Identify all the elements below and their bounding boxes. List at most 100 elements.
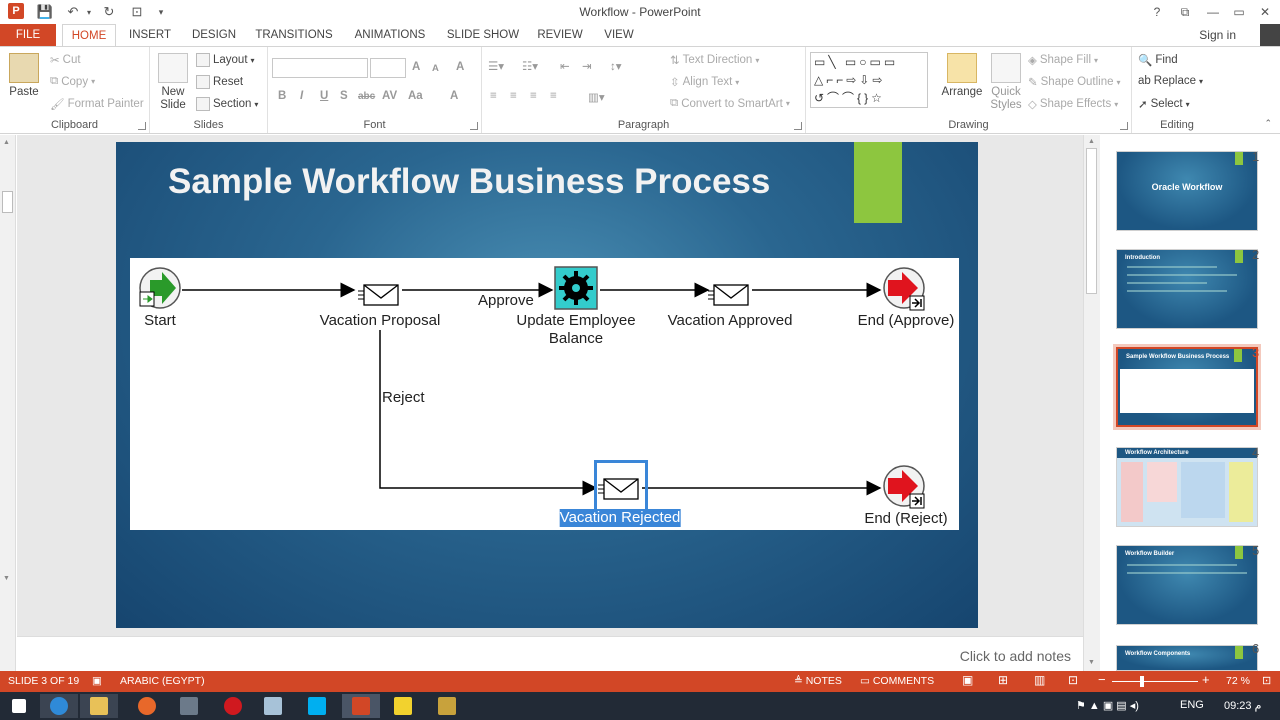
end-reject-node-icon[interactable]	[882, 464, 928, 510]
slide-title[interactable]: Sample Workflow Business Process	[168, 162, 770, 202]
align-text-button[interactable]: ⇳ Align Text ▾	[670, 75, 739, 89]
clear-formatting-button[interactable]: A	[456, 61, 464, 73]
spellcheck-icon[interactable]: ▣	[92, 675, 102, 687]
text-shadow-button[interactable]: S	[340, 90, 348, 102]
taskbar-powerpoint[interactable]	[342, 694, 380, 718]
sign-in-link[interactable]: Sign in	[1199, 28, 1236, 42]
start-node-icon[interactable]	[138, 266, 182, 310]
scroll-thumb[interactable]	[1086, 148, 1097, 294]
taskbar-firefox[interactable]	[128, 694, 166, 718]
normal-view-icon[interactable]: ▣	[962, 673, 973, 687]
change-case-button[interactable]: Aa	[408, 90, 423, 102]
update-employee-function-icon[interactable]	[554, 266, 598, 310]
copy-button[interactable]: ⧉ Copy ▾	[50, 75, 95, 88]
slide-thumbnail-4[interactable]: Workflow Architecture	[1116, 447, 1258, 527]
italic-button[interactable]: I	[300, 90, 303, 102]
taskbar-ie[interactable]	[40, 694, 78, 718]
numbering-icon[interactable]: ☷▾	[522, 59, 538, 73]
section-button[interactable]: Section ▾	[196, 97, 258, 111]
user-avatar[interactable]	[1260, 24, 1280, 46]
notes-placeholder[interactable]: Click to add notes	[960, 648, 1071, 664]
quick-styles-button[interactable]: Quick Styles	[986, 53, 1026, 112]
new-slide-button[interactable]: New Slide	[156, 53, 190, 112]
bold-button[interactable]: B	[278, 90, 286, 102]
shape-outline-button[interactable]: ✎ Shape Outline ▾	[1028, 75, 1121, 89]
tab-view[interactable]: VIEW	[598, 24, 640, 46]
select-button[interactable]: ➚ Select ▾	[1138, 97, 1190, 111]
language-indicator[interactable]: ARABIC (EGYPT)	[120, 675, 205, 687]
shape-fill-button[interactable]: ◈ Shape Fill ▾	[1028, 53, 1098, 67]
scroll-down-icon[interactable]: ▼	[3, 575, 10, 582]
slide-thumbnail-6[interactable]: Workflow Components	[1116, 645, 1258, 671]
decrease-indent-icon[interactable]: ⇤	[560, 59, 570, 73]
drawing-launcher-icon[interactable]	[1120, 122, 1128, 130]
tab-design[interactable]: DESIGN	[188, 24, 240, 46]
slide-thumbnail-1[interactable]: Oracle Workflow	[1116, 151, 1258, 231]
node-label-vacation-rejected[interactable]: Vacation Rejected	[559, 509, 681, 527]
notes-toggle[interactable]: ≜ NOTES	[794, 675, 842, 687]
paragraph-launcher-icon[interactable]	[794, 122, 802, 130]
start-button[interactable]	[0, 694, 38, 718]
shape-effects-button[interactable]: ◇ Shape Effects ▾	[1028, 97, 1118, 111]
zoom-in-button[interactable]: +	[1202, 672, 1210, 687]
taskbar-app2[interactable]	[428, 694, 466, 718]
align-right-icon[interactable]: ≡	[530, 90, 537, 102]
tab-insert[interactable]: INSERT	[124, 24, 176, 46]
zoom-level[interactable]: 72 %	[1226, 675, 1250, 687]
shapes-gallery[interactable]: ▭╲ ▭○▭▭ △⌐⌐⇨⇩⇨ ↺⌒⌒{}☆	[810, 52, 928, 108]
taskbar-notepad[interactable]	[254, 694, 292, 718]
paste-button[interactable]: Paste	[6, 53, 42, 99]
slide-thumbnail-2[interactable]: Introduction	[1116, 249, 1258, 329]
tray-icons[interactable]: ⚑ ▲ ▣ ▤ ◂)	[1076, 699, 1139, 712]
align-left-icon[interactable]: ≡	[490, 90, 497, 102]
tab-slide-show[interactable]: SLIDE SHOW	[444, 24, 522, 46]
tab-file[interactable]: FILE	[0, 24, 56, 46]
reading-view-icon[interactable]: ▥	[1034, 673, 1045, 687]
convert-smartart-button[interactable]: ⧉ Convert to SmartArt ▾	[670, 97, 790, 110]
slide-canvas[interactable]: Sample Workflow Business Process Start V…	[116, 142, 978, 628]
help-button[interactable]: ?	[1146, 2, 1168, 22]
underline-button[interactable]: U	[320, 90, 328, 102]
increase-indent-icon[interactable]: ⇥	[582, 59, 592, 73]
taskbar-network[interactable]	[170, 694, 208, 718]
scroll-up-arrow-icon[interactable]: ▲	[1088, 138, 1095, 145]
format-painter-button[interactable]: 🖌 Format Painter	[50, 97, 144, 111]
font-size-field[interactable]	[370, 58, 406, 78]
notes-pane[interactable]: Click to add notes	[17, 636, 1083, 671]
minimize-button[interactable]: —	[1202, 2, 1224, 22]
zoom-slider-thumb[interactable]	[1140, 676, 1144, 687]
taskbar-explorer[interactable]	[80, 694, 118, 718]
font-color-button[interactable]: A	[450, 90, 458, 102]
workflow-diagram[interactable]: Start Vacation Proposal Approve Update E…	[130, 258, 959, 530]
close-button[interactable]: ✕	[1254, 2, 1276, 22]
text-direction-button[interactable]: ⇅ Text Direction ▾	[670, 53, 759, 67]
line-spacing-icon[interactable]: ↕▾	[610, 59, 622, 73]
find-button[interactable]: 🔍 Find	[1138, 53, 1178, 67]
slideshow-view-icon[interactable]: ⊡	[1068, 673, 1078, 687]
bullets-icon[interactable]: ☰▾	[488, 59, 504, 73]
tab-home[interactable]: HOME	[62, 24, 116, 47]
strikethrough-button[interactable]: abc	[358, 91, 375, 102]
grow-font-button[interactable]: A	[412, 61, 420, 73]
vacation-proposal-envelope-icon[interactable]	[358, 282, 402, 308]
taskbar-skype[interactable]	[298, 694, 336, 718]
arrange-button[interactable]: Arrange	[940, 53, 984, 99]
clipboard-launcher-icon[interactable]	[138, 122, 146, 130]
taskbar-app1[interactable]	[384, 694, 422, 718]
scroll-down-arrow-icon[interactable]: ▼	[1088, 659, 1095, 666]
fit-to-window-icon[interactable]: ⊡	[1262, 674, 1271, 687]
justify-icon[interactable]: ≡	[550, 90, 557, 102]
collapse-ribbon-icon[interactable]: ⌃	[1264, 118, 1272, 129]
columns-icon[interactable]: ▥▾	[588, 90, 605, 104]
zoom-slider-track[interactable]	[1112, 681, 1198, 682]
slide-sorter-icon[interactable]: ⊞	[998, 673, 1008, 687]
vacation-approved-envelope-icon[interactable]	[708, 282, 752, 308]
font-launcher-icon[interactable]	[470, 122, 478, 130]
scroll-up-icon[interactable]: ▲	[3, 139, 10, 146]
taskbar-opera[interactable]	[214, 694, 252, 718]
end-approve-node-icon[interactable]	[882, 266, 928, 312]
font-name-field[interactable]	[272, 58, 368, 78]
tab-review[interactable]: REVIEW	[534, 24, 586, 46]
left-scroll-thumb[interactable]	[2, 191, 13, 213]
shrink-font-button[interactable]: A	[432, 63, 439, 74]
